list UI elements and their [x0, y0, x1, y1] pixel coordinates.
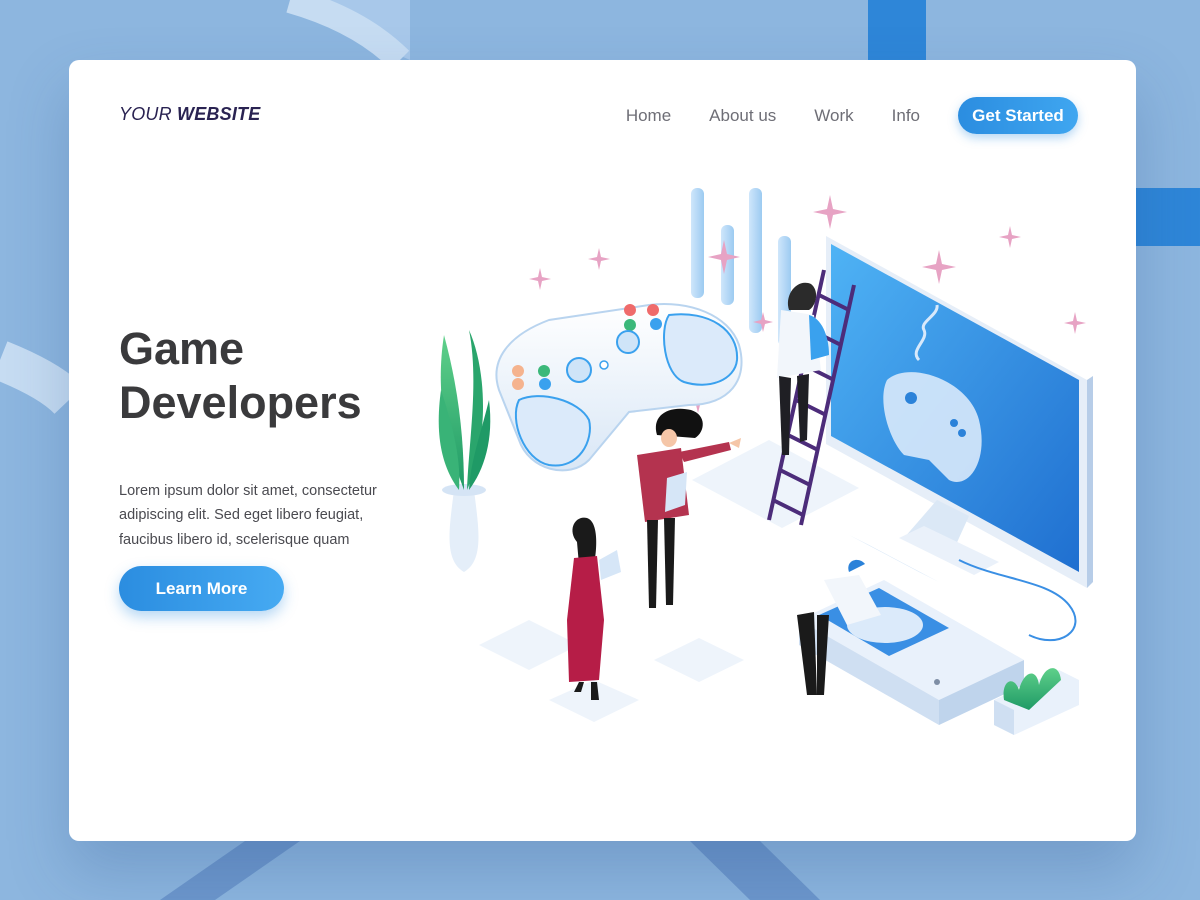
developer-pointing — [637, 408, 741, 608]
gamepad-icon — [495, 303, 743, 472]
game-developers-illustration — [438, 188, 1093, 735]
developer-woman — [567, 517, 621, 700]
plant-icon — [438, 330, 491, 572]
landing-card: YOUR WEBSITE Home About us Work Info Get… — [69, 60, 1136, 841]
monitor-icon — [826, 236, 1093, 588]
